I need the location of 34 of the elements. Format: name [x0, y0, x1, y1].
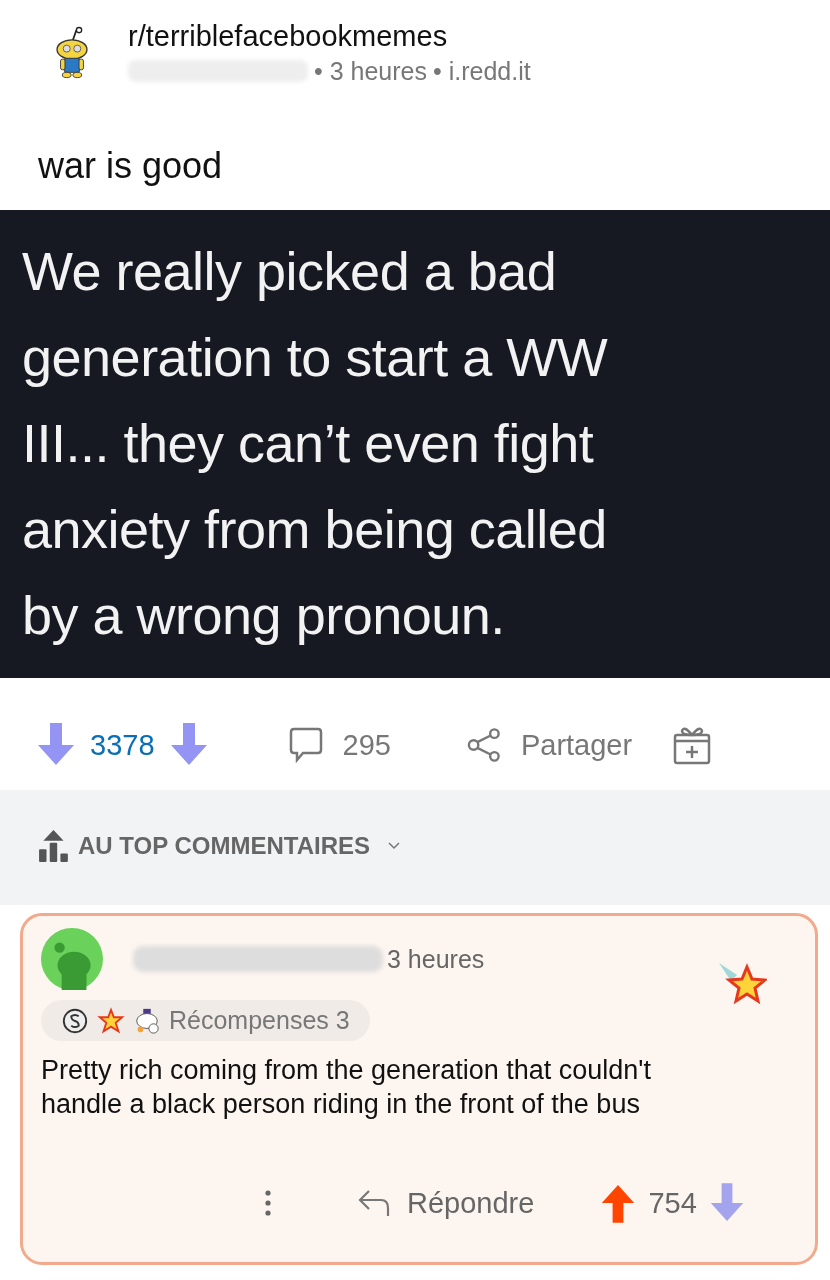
downvote-arrow-icon[interactable]: [708, 1183, 745, 1223]
chevron-down-icon: [388, 842, 401, 850]
speech-bubble-icon: [288, 727, 323, 763]
share-button[interactable]: Partager: [466, 727, 633, 763]
meme-text-line: We really picked a bad: [22, 240, 558, 303]
comment-time: 3 heures: [387, 944, 485, 974]
snoo-award-icon: [133, 1006, 161, 1035]
subreddit-name[interactable]: r/terriblefacebookmemes: [128, 19, 531, 53]
post-time: • 3 heures: [314, 56, 427, 86]
avatar-icon: [41, 928, 103, 990]
reply-arrow-icon: [357, 1188, 391, 1218]
star-award-icon: [97, 1006, 125, 1035]
awards-label: Récompenses 3: [169, 1006, 350, 1035]
meme-text-line: generation to start a WW: [22, 326, 609, 389]
post-title: war is good: [37, 144, 224, 188]
meme-text-line: by a wrong pronoun.: [22, 584, 506, 647]
comment-body: Pretty rich coming from the generation that couldn't handle a black person riding in the front of the bus: [41, 1054, 652, 1121]
sort-button[interactable]: AU TOP COMMENTAIRES: [0, 830, 401, 862]
meme-image[interactable]: We really picked a bad generation to start a WW III... they can’t even fight anxiety from being called by a wrong pronoun.: [0, 210, 830, 678]
meme-text-line: anxiety from being called: [22, 498, 608, 561]
downvote-arrow-icon[interactable]: [168, 723, 209, 767]
coin-icon: [61, 1006, 89, 1035]
gift-icon[interactable]: [672, 725, 713, 765]
comments-button[interactable]: 295: [288, 727, 391, 763]
more-options-icon[interactable]: [265, 1190, 271, 1216]
share-icon: [466, 727, 501, 763]
ranking-icon: [38, 830, 70, 862]
meme-text-line: III... they can’t even fight: [22, 412, 595, 475]
awards-pill[interactable]: Récompenses 3: [41, 1000, 370, 1041]
post-score: 3378: [90, 728, 155, 762]
reply-button[interactable]: Répondre: [357, 1186, 535, 1220]
star-award-icon: [717, 961, 767, 1007]
post-domain[interactable]: • i.redd.it: [433, 56, 531, 86]
comment-score: 754: [648, 1186, 697, 1220]
